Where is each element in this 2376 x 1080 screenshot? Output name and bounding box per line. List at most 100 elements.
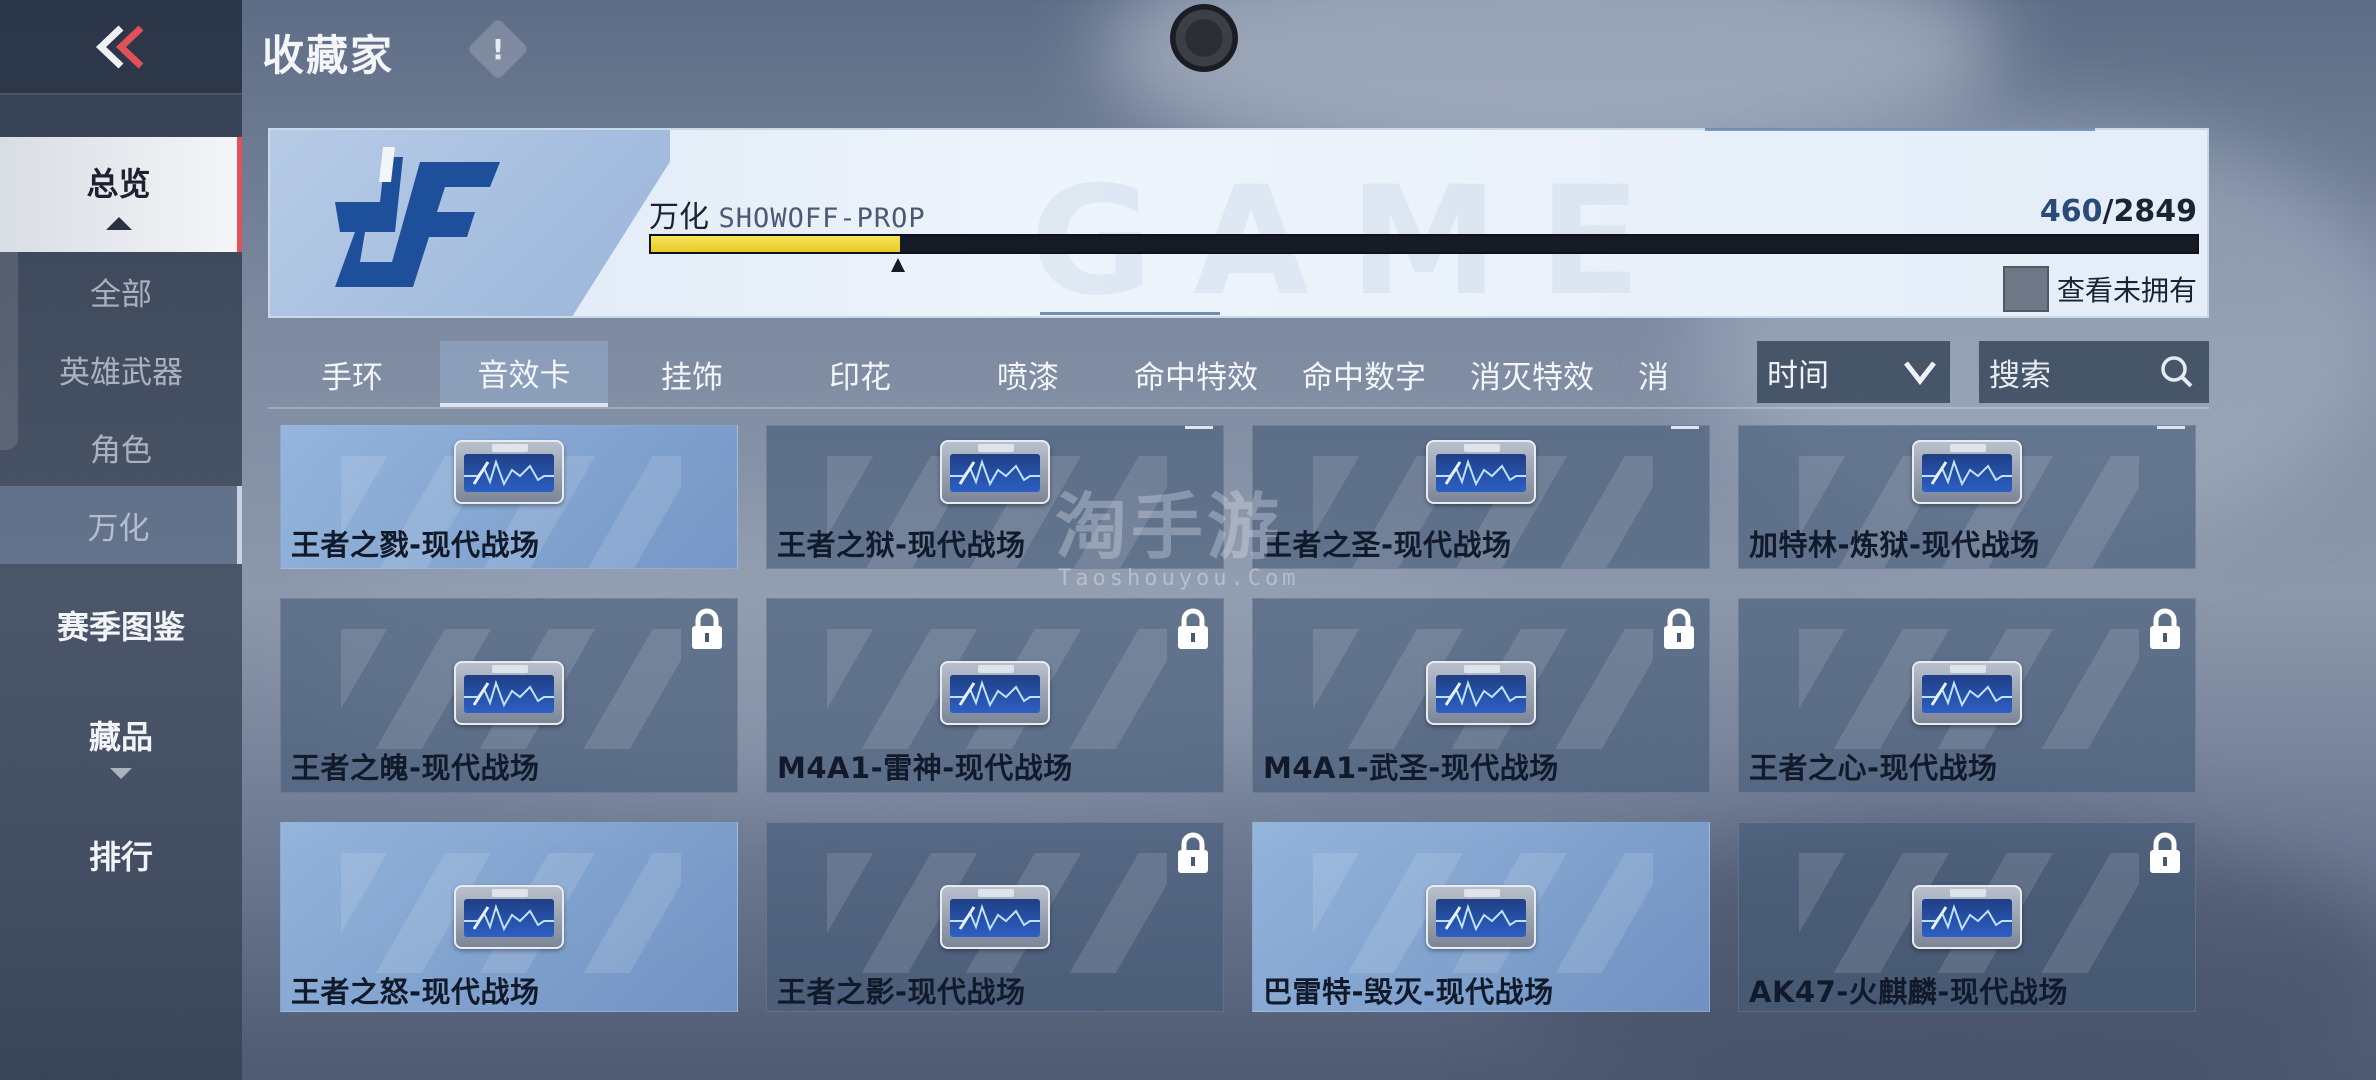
sidebar-item-label: 万化 [87,510,150,547]
sidebar: 总览 全部 英雄武器 角色 万化 赛季图鉴 藏品 排行 [0,95,242,1080]
tab-label: 印花 [829,359,891,396]
sidebar-item-label: 排行 [88,838,153,876]
sidebar-item-characters[interactable]: 角色 [0,408,242,486]
lock-icon [1178,832,1208,873]
tab-sound-card[interactable]: 音效卡 [440,341,608,407]
cf-logo-icon [335,147,500,287]
sidebar-item-label: 藏品 [88,717,153,756]
sound-wave-screen [464,454,554,492]
sound-card-item[interactable]: 王者之怒-现代战场 [280,822,738,1012]
collection-current: 460 [2039,194,2103,229]
tab-sticker[interactable]: 印花 [776,341,944,407]
sound-card-tab [978,889,1014,897]
tab-overflow[interactable]: 消 [1638,341,1678,407]
tab-hit-effect[interactable]: 命中特效 [1112,341,1280,407]
sound-wave-screen [464,899,554,937]
tab-label: 命中特效 [1134,359,1258,396]
lock-icon [1664,608,1694,649]
waveform-icon [464,903,554,932]
page-title: 收藏家 [262,31,395,80]
sidebar-item-collection[interactable]: 藏品 [0,695,242,795]
sound-card-tab [492,665,528,673]
sound-card-item[interactable]: 加特林-炼狱-现代战场 [1738,425,2196,569]
progress-marker-icon [890,258,905,272]
sound-card-icon [454,661,564,725]
waveform-icon [1922,679,2012,708]
search-icon[interactable] [2159,354,2195,390]
collection-count: 460/2849 [2040,194,2197,229]
sidebar-item-all[interactable]: 全部 [0,252,242,330]
waveform-icon [950,903,1040,932]
sound-card-icon [940,661,1050,725]
sidebar-item-overview[interactable]: 总览 [0,137,242,252]
sound-card-item[interactable]: 王者之魄-现代战场 [280,598,738,793]
sound-card-tab [1950,665,1986,673]
info-symbol: ! [491,32,505,66]
tab-label: 命中数字 [1302,359,1426,396]
item-name: 王者之狱-现代战场 [777,528,1026,562]
tab-bracelet[interactable]: 手环 [268,341,436,407]
tab-pendant[interactable]: 挂饰 [608,341,776,407]
sidebar-item-label: 赛季图鉴 [56,608,185,646]
sound-card-tab [978,444,1014,452]
collection-progress-fill [651,236,900,252]
waveform-icon [950,458,1040,487]
sidebar-item-ranking[interactable]: 排行 [0,810,242,900]
lock-icon [1178,608,1208,649]
sound-card-item[interactable]: 王者之影-现代战场 [766,822,1224,1012]
tab-label: 消灭特效 [1470,359,1594,396]
sound-wave-screen [1922,899,2012,937]
collection-progress-banner: GAME 万化 SHOWOFF-PROP 460/2849 查看未拥有 [268,128,2209,318]
sound-card-item[interactable]: M4A1-雷神-现代战场 [766,598,1224,793]
sound-wave-screen [464,675,554,713]
checkbox[interactable] [2002,266,2049,312]
waveform-icon [1436,679,1526,708]
sidebar-item-wanhua[interactable]: 万化 [0,486,242,564]
sidebar-item-label: 角色 [90,432,152,469]
collection-progress-bar [649,234,2199,254]
search-input[interactable]: 搜索 [1979,341,2209,403]
sort-dropdown[interactable]: 时间 [1757,341,1950,403]
sound-card-item[interactable]: 王者之戮-现代战场 [280,425,738,569]
back-chevron-icon [95,24,144,69]
item-name: 王者之圣-现代战场 [1263,528,1512,562]
watermark-title: 淘手游 [1055,485,1284,569]
chevron-down-icon [1904,361,1936,386]
show-unowned-label: 查看未拥有 [2056,274,2197,307]
sound-card-item[interactable]: 王者之圣-现代战场 [1252,425,1710,569]
caret-up-icon [105,217,132,230]
sidebar-item-label: 全部 [90,276,152,313]
sidebar-item-season-catalog[interactable]: 赛季图鉴 [0,580,242,670]
info-icon[interactable]: ! [466,17,530,81]
banner-label: 万化 SHOWOFF-PROP [649,192,926,236]
show-unowned-toggle[interactable]: 查看未拥有 [2002,266,2197,312]
sidebar-item-hero-weapons[interactable]: 英雄武器 [0,330,242,408]
sound-card-item[interactable]: AK47-火麒麟-现代战场 [1738,822,2196,1012]
sound-card-tab [492,444,528,452]
tab-hit-number[interactable]: 命中数字 [1280,341,1448,407]
sound-card-icon [1912,885,2022,949]
tab-kill-effect[interactable]: 消灭特效 [1448,341,1616,407]
top-bar: 收藏家 ! [0,0,2376,95]
sound-card-item[interactable]: M4A1-武圣-现代战场 [1252,598,1710,793]
banner-label-main: 万化 [649,200,709,235]
item-name: 加特林-炼狱-现代战场 [1749,528,2040,562]
tab-spray[interactable]: 喷漆 [944,341,1112,407]
sound-card-icon [454,440,564,504]
caret-down-icon [110,767,132,779]
camera-cutout [1170,4,1238,72]
sound-card-item[interactable]: 巴雷特-毁灭-现代战场 [1252,822,1710,1012]
sound-card-tab [978,665,1014,673]
sound-card-icon [454,885,564,949]
tab-label: 消 [1638,359,1669,396]
back-button[interactable] [0,0,242,95]
sound-card-item[interactable]: 王者之心-现代战场 [1738,598,2196,793]
card-top-marker [1185,426,1213,429]
sound-wave-screen [1436,454,1526,492]
sidebar-item-label: 英雄武器 [59,354,183,391]
tab-label: 音效卡 [477,357,571,394]
lock-icon [692,608,722,649]
sound-card-tab [1464,444,1500,452]
tab-label: 手环 [321,359,383,396]
waveform-icon [464,679,554,708]
